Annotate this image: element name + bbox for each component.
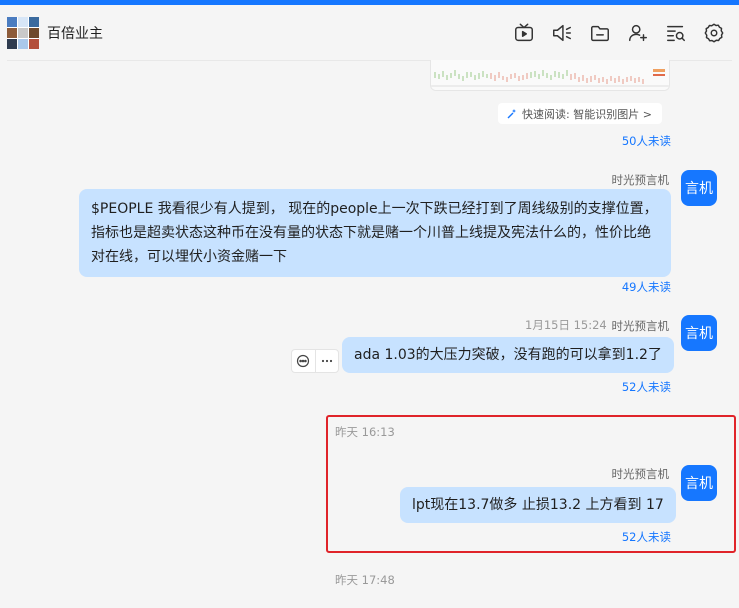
avatar-tile: [7, 28, 17, 38]
avatar-tile: [7, 17, 17, 27]
add-user-icon[interactable]: [627, 22, 649, 44]
sender-avatar[interactable]: 言机: [681, 315, 717, 351]
message-bubble[interactable]: lpt现在13.7做多 止损13.2 上方看到 17: [400, 487, 676, 523]
unread-count[interactable]: 52人未读: [622, 529, 671, 545]
avatar-tile: [18, 28, 28, 38]
sender-name: 时光预言机: [611, 319, 670, 333]
message-actions: [291, 349, 339, 373]
tv-icon[interactable]: [513, 22, 535, 44]
unread-count[interactable]: 52人未读: [622, 379, 671, 395]
chart-image-preview: [431, 60, 669, 90]
more-icon[interactable]: [314, 350, 338, 372]
unread-count[interactable]: 50人未读: [622, 133, 671, 149]
avatar-tile: [29, 39, 39, 49]
message-time: 昨天 16:13: [335, 425, 395, 439]
sparkle-icon: [507, 108, 516, 118]
avatar-tile: [7, 39, 17, 49]
speaker-icon[interactable]: [551, 22, 573, 44]
settings-icon[interactable]: [703, 22, 725, 44]
message-time: 昨天 17:48: [335, 573, 395, 587]
message-time: 1月15日 15:24: [525, 318, 607, 332]
chat-header: 百倍业主: [0, 5, 739, 61]
chart-image-thumbnail[interactable]: [430, 60, 670, 91]
avatar-tile: [29, 28, 39, 38]
avatar-tile: [18, 17, 28, 27]
comment-icon[interactable]: [292, 350, 315, 372]
chat-title[interactable]: 百倍业主: [47, 23, 103, 43]
message-bubble[interactable]: ada 1.03的大压力突破，没有跑的可以拿到1.2了: [342, 337, 674, 373]
avatar-tile: [29, 17, 39, 27]
sender-name: 时光预言机: [611, 467, 670, 481]
avatar-tile: [18, 39, 28, 49]
folder-icon[interactable]: [589, 22, 611, 44]
unread-count[interactable]: 49人未读: [622, 279, 671, 295]
quick-read-label: 快速阅读: 智能识别图片 >: [522, 107, 652, 121]
sender-avatar[interactable]: 言机: [681, 465, 717, 501]
sender-name: 时光预言机: [611, 173, 670, 187]
message-bubble[interactable]: $PEOPLE 我看很少有人提到， 现在的people上一次下跌已经打到了周线级…: [79, 189, 671, 277]
group-avatar[interactable]: [7, 17, 39, 49]
quick-read-button[interactable]: 快速阅读: 智能识别图片 >: [498, 103, 662, 124]
search-list-icon[interactable]: [665, 22, 687, 44]
sender-avatar[interactable]: 言机: [681, 170, 717, 206]
